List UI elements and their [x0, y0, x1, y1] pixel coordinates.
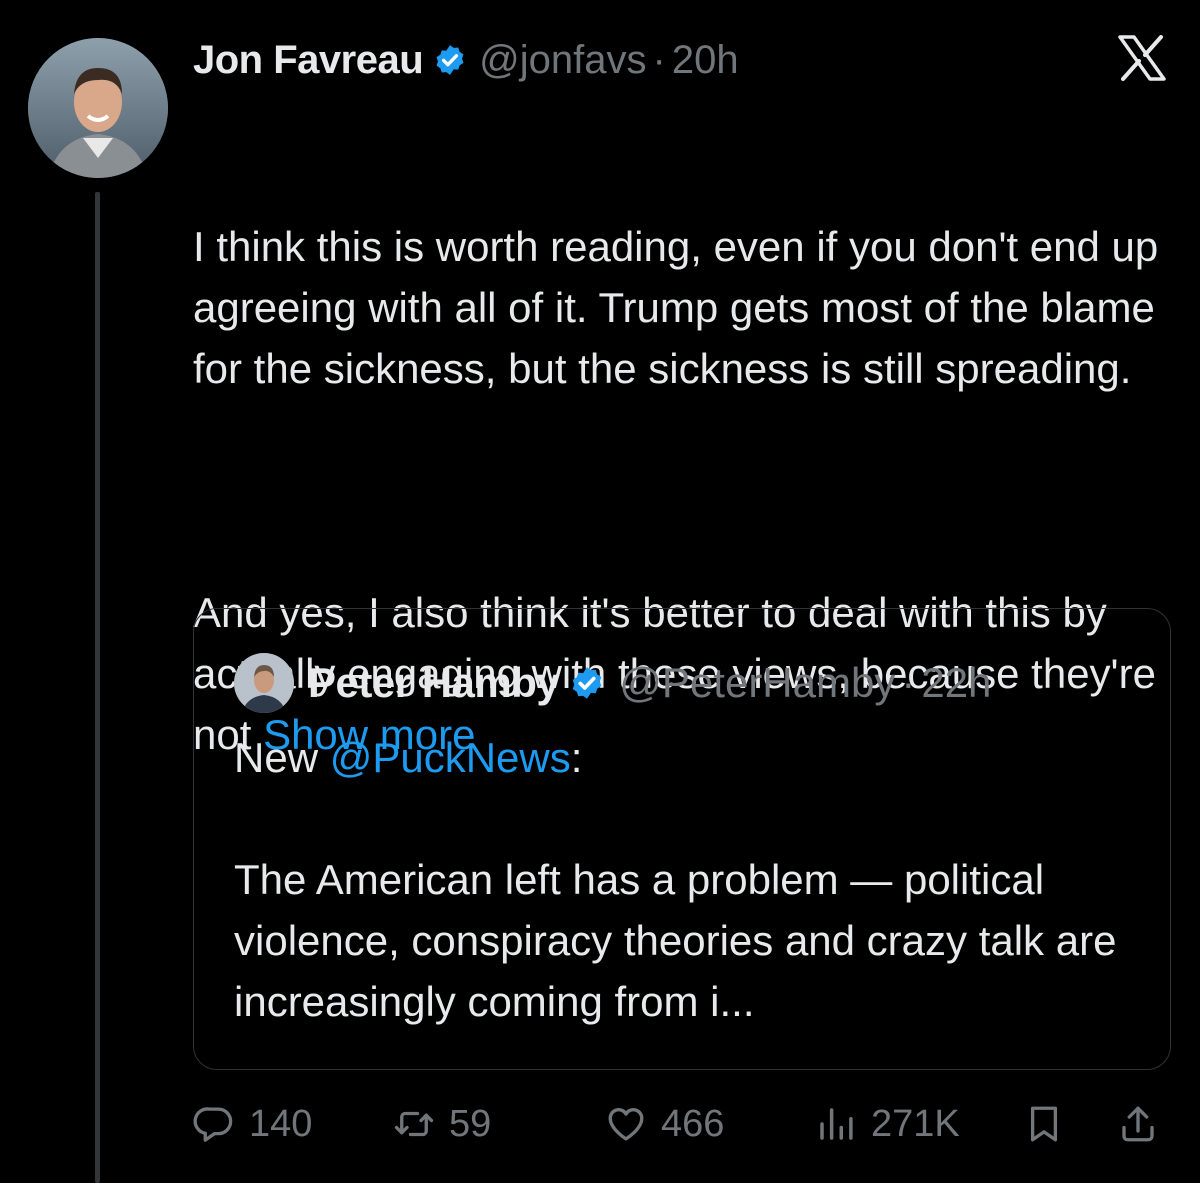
share-button[interactable] [1117, 1096, 1159, 1152]
quoted-prefix: New [234, 734, 330, 781]
quoted-separator-dot: · [901, 659, 916, 706]
tweet-paragraph-1: I think this is worth reading, even if y… [193, 223, 1170, 392]
like-count: 466 [661, 1102, 725, 1145]
reply-button[interactable]: 140 [193, 1096, 312, 1152]
avatar-photo [28, 38, 168, 178]
quoted-suffix: : [570, 734, 583, 781]
quoted-paragraph-2: The American left has a problem — politi… [234, 856, 1117, 1025]
quoted-tweet-header: Peter Hamby @PeterHamby · 22h [234, 653, 991, 713]
reply-count: 140 [249, 1102, 313, 1145]
quoted-author-handle: @PeterHamby [619, 659, 896, 706]
separator-dot: · [652, 37, 666, 82]
share-icon [1122, 1106, 1154, 1142]
puck-news-mention-link[interactable]: @PuckNews [330, 734, 571, 781]
bookmark-icon [1030, 1106, 1058, 1142]
verified-badge-icon [436, 45, 464, 75]
quoted-verified-badge-icon [573, 667, 602, 699]
quoted-tweet-text: New @PuckNews: The American left has a p… [234, 727, 1154, 1032]
bookmark-button[interactable] [1023, 1096, 1065, 1152]
quoted-tweet-time: 22h [921, 659, 992, 706]
tweet-header: Jon Favreau @jonfavs · 20h [193, 34, 739, 86]
repost-count: 59 [449, 1102, 492, 1145]
action-bar: 140 59 466 271K [193, 1096, 1173, 1152]
views-count: 271K [871, 1102, 960, 1145]
quoted-paragraph-1: New @PuckNews: [234, 727, 1154, 788]
author-avatar[interactable] [28, 38, 168, 178]
author-name[interactable]: Jon Favreau [193, 38, 424, 83]
views-button[interactable]: 271K [815, 1096, 960, 1152]
thread-line [95, 192, 100, 1183]
x-logo-icon [1118, 35, 1166, 81]
reply-icon [193, 1107, 233, 1142]
views-chart-icon [820, 1108, 853, 1140]
quoted-tweet[interactable]: Peter Hamby @PeterHamby · 22h New @PuckN… [193, 608, 1171, 1070]
heart-icon [608, 1108, 644, 1141]
like-button[interactable]: 466 [605, 1096, 724, 1152]
author-handle[interactable]: @jonfavs [479, 38, 646, 83]
repost-button[interactable]: 59 [393, 1096, 491, 1152]
repost-icon [394, 1111, 434, 1137]
quoted-author-name: Peter Hamby [308, 659, 560, 706]
quoted-avatar-photo [234, 653, 294, 713]
tweet-time[interactable]: 20h [672, 38, 739, 83]
quoted-author-avatar [234, 653, 294, 713]
